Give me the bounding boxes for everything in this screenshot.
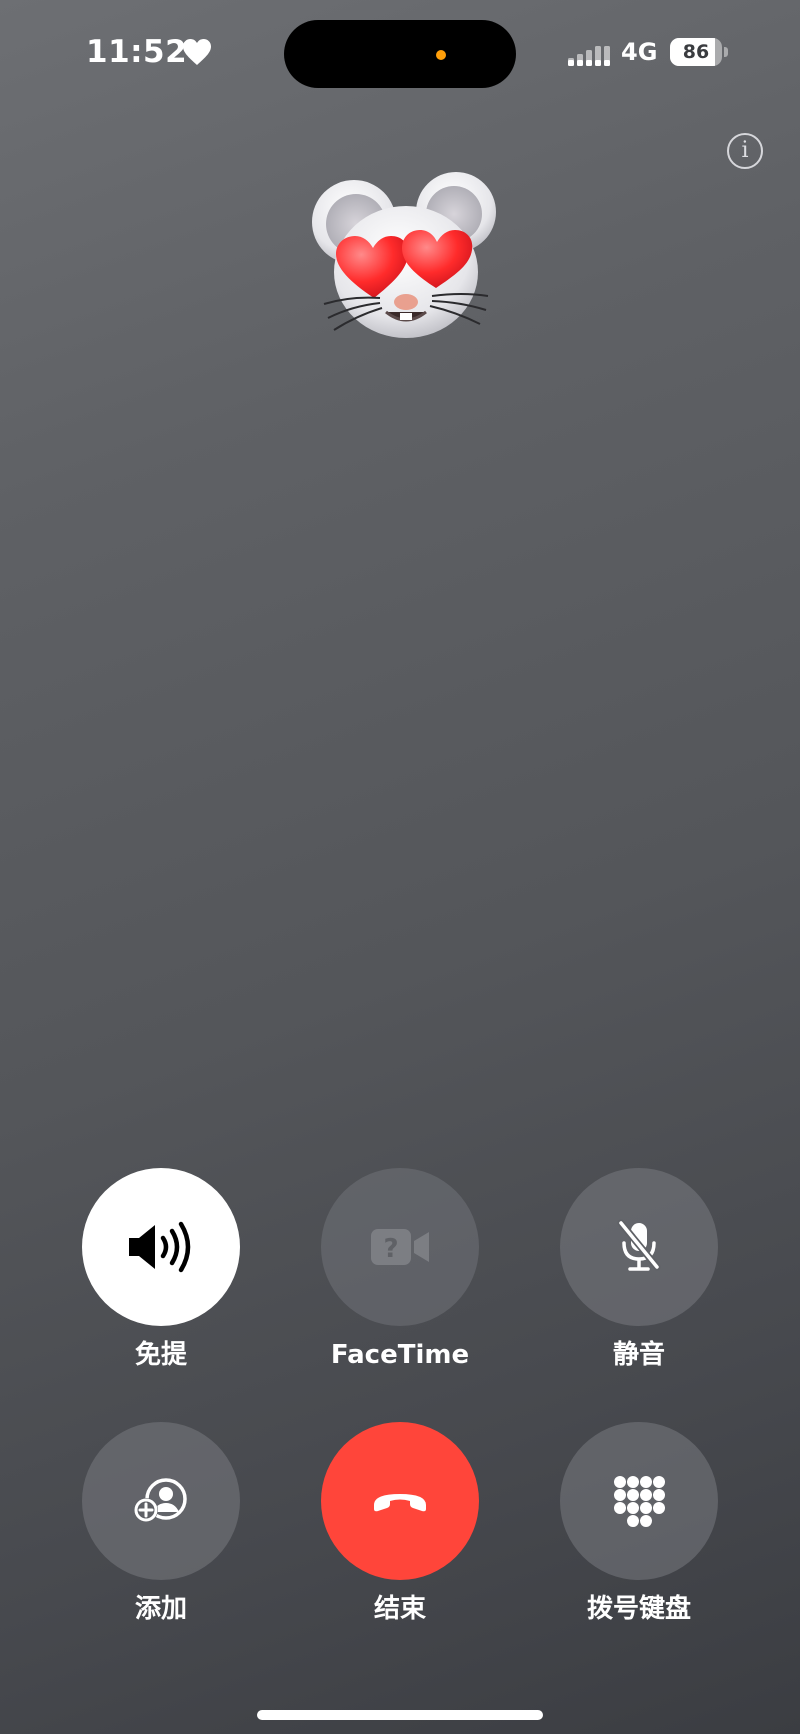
info-icon[interactable]: i: [727, 133, 763, 169]
microphone-in-use-indicator: [436, 50, 446, 60]
battery-percent: 86: [682, 41, 710, 63]
memoji-mouse-heart-eyes-icon: [312, 172, 496, 338]
mute-label: 静音: [612, 1340, 665, 1370]
end-call-button[interactable]: 结束: [280, 1422, 520, 1626]
facetime-video-icon: ?: [371, 1229, 429, 1265]
speaker-label: 免提: [134, 1340, 187, 1370]
speaker-button-circle[interactable]: [82, 1168, 240, 1326]
end-call-button-circle[interactable]: [321, 1422, 479, 1580]
facetime-label: FaceTime: [330, 1340, 470, 1370]
status-time: 11:52: [86, 34, 188, 70]
battery-tip: [724, 47, 728, 57]
add-call-label: 添加: [134, 1594, 187, 1624]
mute-button-circle[interactable]: [560, 1168, 718, 1326]
add-call-button[interactable]: 添加: [41, 1422, 281, 1626]
heart-icon: [183, 39, 211, 65]
keypad-icon: [614, 1476, 665, 1527]
mic-slash-icon: [617, 1219, 661, 1271]
dynamic-island[interactable]: [284, 20, 516, 88]
in-call-screen: 11:52 4G 86 i 免提 ? FaceTime 静音 添加 结束 拨号键…: [0, 0, 800, 1734]
mute-button[interactable]: 静音: [519, 1168, 759, 1372]
battery-icon: 86: [670, 38, 722, 66]
facetime-button[interactable]: ? FaceTime: [280, 1168, 520, 1372]
facetime-button-circle[interactable]: ?: [321, 1168, 479, 1326]
signal-icon: [568, 46, 610, 66]
keypad-label: 拨号键盘: [586, 1594, 691, 1624]
speaker-button[interactable]: 免提: [41, 1168, 281, 1372]
network-type: 4G: [621, 38, 658, 66]
add-person-icon: [134, 1478, 187, 1522]
keypad-button[interactable]: 拨号键盘: [519, 1422, 759, 1626]
keypad-button-circle[interactable]: [560, 1422, 718, 1580]
end-call-icon: [374, 1494, 426, 1512]
home-indicator[interactable]: [257, 1710, 543, 1720]
add-call-button-circle[interactable]: [82, 1422, 240, 1580]
status-bar: 11:52 4G 86: [0, 0, 800, 110]
svg-text:?: ?: [383, 1234, 398, 1264]
end-call-label: 结束: [373, 1594, 426, 1624]
speaker-icon: [129, 1221, 191, 1273]
